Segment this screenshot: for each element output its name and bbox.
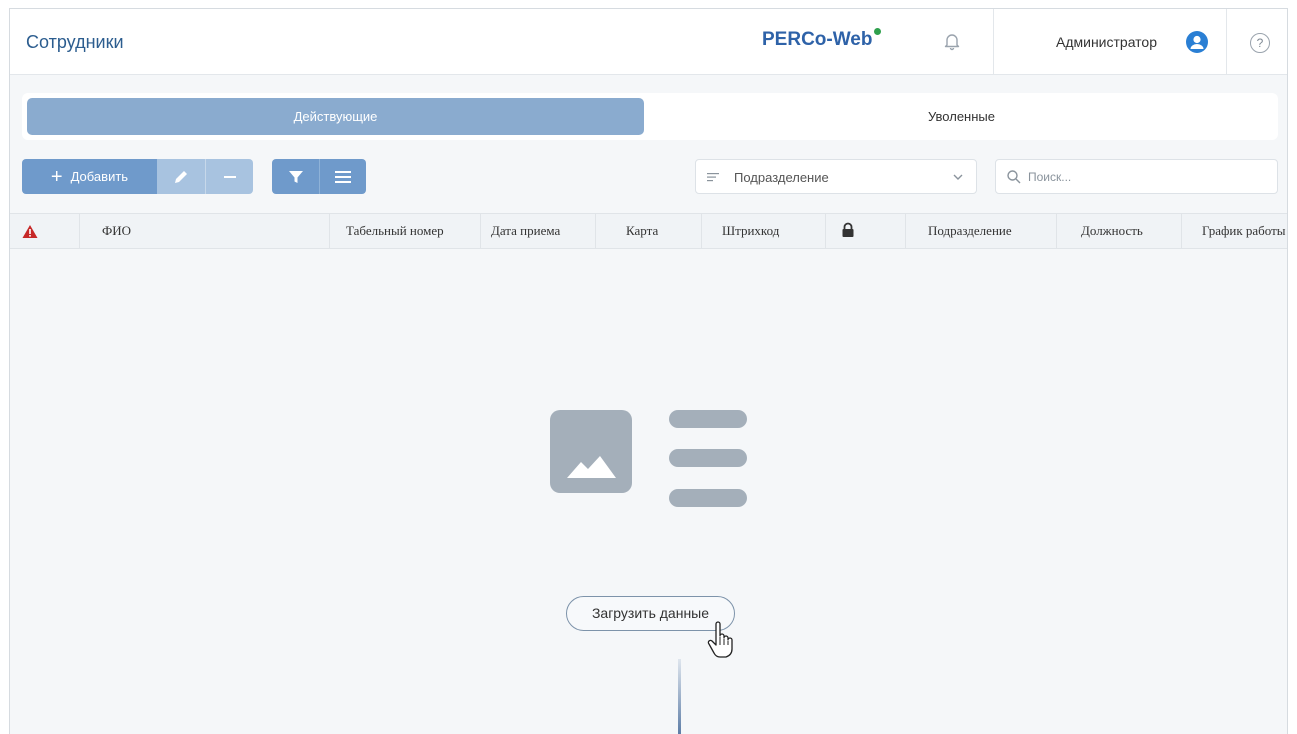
bell-icon[interactable] xyxy=(940,29,964,53)
app-header: Сотрудники PERCo-Web Администратор ? xyxy=(10,9,1287,75)
tab-active-employees[interactable]: Действующие xyxy=(27,98,644,135)
column-header[interactable]: Карта xyxy=(596,214,702,248)
user-avatar-icon[interactable] xyxy=(1186,31,1208,53)
view-button-group xyxy=(272,159,366,194)
placeholder-line xyxy=(669,410,747,428)
add-button[interactable]: + Добавить xyxy=(22,159,157,194)
logo-text: PERCo-Web xyxy=(762,29,873,50)
status-tabs: Действующие Уволенные xyxy=(22,93,1278,140)
search-box xyxy=(995,159,1278,194)
hand-cursor-icon xyxy=(707,621,733,658)
header-divider xyxy=(1226,9,1227,75)
table-header: ФИО Табельный номер Дата приема Карта Шт… xyxy=(10,213,1287,249)
logo-dot xyxy=(874,28,882,35)
placeholder-line xyxy=(669,449,747,467)
menu-icon xyxy=(335,170,351,183)
minus-icon xyxy=(223,175,236,178)
app-window: Сотрудники PERCo-Web Администратор ? Дей… xyxy=(9,8,1288,734)
department-select[interactable]: Подразделение xyxy=(695,159,977,194)
chevron-down-icon xyxy=(953,174,963,180)
user-name[interactable]: Администратор xyxy=(1056,34,1157,50)
column-warning[interactable] xyxy=(10,214,80,248)
search-icon xyxy=(1007,170,1021,184)
column-header[interactable]: График работы xyxy=(1182,214,1287,248)
filter-icon xyxy=(288,170,303,183)
delete-button[interactable] xyxy=(205,159,253,194)
department-select-label: Подразделение xyxy=(734,170,829,185)
filter-button[interactable] xyxy=(272,159,319,194)
edit-button-group: + Добавить xyxy=(22,159,253,194)
edit-button[interactable] xyxy=(157,159,205,194)
column-header[interactable]: Должность xyxy=(1057,214,1182,248)
image-placeholder-icon xyxy=(550,410,632,493)
warning-icon xyxy=(22,225,38,238)
page-title: Сотрудники xyxy=(26,32,124,52)
plus-icon: + xyxy=(50,165,63,188)
loading-indicator xyxy=(678,659,681,734)
help-icon[interactable]: ? xyxy=(1250,33,1270,53)
columns-menu-button[interactable] xyxy=(319,159,366,194)
lock-icon xyxy=(842,222,854,237)
add-button-label: Добавить xyxy=(70,169,129,184)
placeholder-line xyxy=(669,489,747,507)
column-header[interactable]: Штрихкод xyxy=(702,214,826,248)
column-header[interactable]: Табельный номер xyxy=(330,214,481,248)
tab-dismissed-employees[interactable]: Уволенные xyxy=(650,98,1273,135)
column-header[interactable]: Подразделение xyxy=(906,214,1057,248)
column-lock[interactable] xyxy=(826,214,906,248)
column-header[interactable]: Дата приема xyxy=(481,214,596,248)
pencil-icon xyxy=(175,170,187,183)
sort-lines-icon xyxy=(707,173,719,182)
column-header[interactable]: ФИО xyxy=(80,214,330,248)
search-input[interactable] xyxy=(1028,167,1268,187)
header-divider xyxy=(993,9,994,75)
logo: PERCo-Web xyxy=(762,28,882,51)
